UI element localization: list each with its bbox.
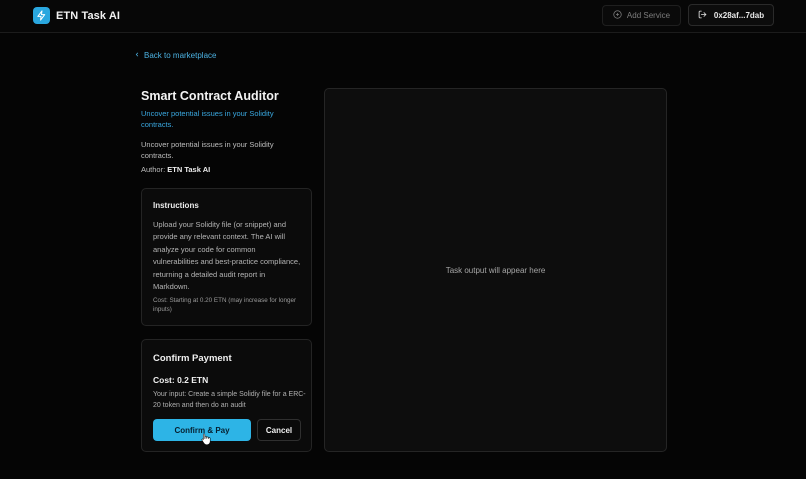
back-link-label: Back to marketplace [144,51,217,60]
service-tagline: Uncover potential issues in your Solidit… [141,109,274,129]
confirm-payment-heading: Confirm Payment [153,353,232,364]
plus-circle-icon [613,10,622,21]
confirm-payment-card: Confirm Payment Cost: 0.2 ETN Your input… [141,339,312,452]
hand-pointer-icon [201,432,211,450]
payment-input-summary: Your input: Create a simple Solidiy file… [153,391,306,409]
brand[interactable]: ETN Task AI [33,7,120,24]
instructions-card: Instructions Upload your Solidity file (… [141,188,312,326]
back-to-marketplace-link[interactable]: Back to marketplace [134,51,216,60]
service-description: Uncover potential issues in your Solidit… [141,140,274,160]
cancel-button[interactable]: Cancel [257,419,301,441]
author-label: Author: [141,165,166,174]
wallet-address: 0x28af...7dab [713,10,765,20]
chevron-left-icon [134,51,140,60]
instructions-heading: Instructions [153,201,199,210]
task-output-placeholder: Task output will appear here [445,265,546,275]
payment-cost: Cost: 0.2 ETN [153,375,209,385]
instructions-body: Upload your Solidity file (or snippet) a… [153,220,301,292]
app-name: ETN Task AI [56,9,121,22]
task-output-panel: Task output will appear here [324,88,667,452]
add-service-label: Add Service [626,11,671,20]
lightning-icon [33,7,50,24]
service-author: Author: ETN Task AI [141,165,210,174]
service-title: Smart Contract Auditor [141,89,279,103]
author-name: ETN Task AI [167,165,211,174]
add-service-button[interactable]: Add Service [602,5,681,26]
instructions-cost-note: Cost: Starting at 0.20 ETN (may increase… [153,297,297,313]
top-navbar: ETN Task AI Add Service 0x28af...7dab [0,0,806,33]
wallet-button[interactable]: 0x28af...7dab [688,4,774,26]
logout-icon [698,10,707,21]
